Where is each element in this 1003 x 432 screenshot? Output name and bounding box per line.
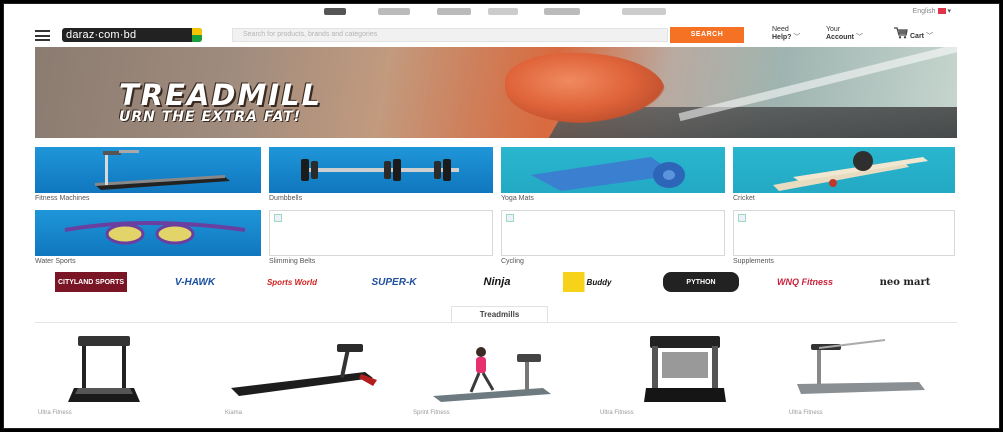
account-line1: Your xyxy=(826,26,841,33)
chevron-down-icon: ﹀ xyxy=(925,33,933,40)
chevron-down-icon: ﹀ xyxy=(855,34,863,41)
banner-shoe-image xyxy=(505,53,665,123)
category-supplements[interactable]: Supplements xyxy=(733,210,955,268)
brand-vhawk[interactable]: V-HAWK xyxy=(157,272,233,292)
partner-logo[interactable] xyxy=(488,8,518,15)
chevron-down-icon: ﹀ xyxy=(793,34,801,41)
brand-ninja[interactable]: Ninja xyxy=(467,272,527,292)
brand-wnq-fitness[interactable]: WNQ Fitness xyxy=(765,272,845,292)
product-name: Ultra Fitness xyxy=(789,410,823,416)
brand-neo-mart[interactable]: neo mart xyxy=(875,272,935,292)
product-image xyxy=(644,336,726,402)
product-image xyxy=(433,347,551,402)
banner-tagline: URN THE EXTRA FAT! xyxy=(119,109,302,125)
product-image xyxy=(231,344,377,396)
search-button[interactable]: SEARCH xyxy=(670,27,744,43)
category-label: Fitness Machines xyxy=(35,195,90,202)
product-card[interactable]: Kiama xyxy=(225,330,385,420)
product-image xyxy=(797,339,925,394)
category-label: Cricket xyxy=(733,195,755,202)
category-image-placeholder xyxy=(501,210,725,256)
cart-icon[interactable] xyxy=(894,27,908,39)
banner-headline: TREADMILL xyxy=(119,78,323,112)
partner-logo[interactable] xyxy=(437,8,471,15)
cart-menu[interactable]: Cart ﹀ xyxy=(910,33,933,41)
category-water-sports[interactable]: Water Sports xyxy=(35,210,261,268)
partner-logo[interactable] xyxy=(378,8,410,15)
category-label: Yoga Mats xyxy=(501,195,534,202)
brand-buddy[interactable]: Buddy xyxy=(563,272,635,292)
partner-logo[interactable] xyxy=(622,8,666,15)
category-image xyxy=(35,210,261,256)
account-menu[interactable]: Your Account ﹀ xyxy=(826,26,863,42)
top-partner-strip: English ▾ xyxy=(4,4,999,18)
category-label: Supplements xyxy=(733,258,774,265)
category-image xyxy=(35,147,261,193)
broken-image-icon xyxy=(738,214,746,222)
category-dumbbells[interactable]: Dumbbells xyxy=(269,147,493,205)
category-image-placeholder xyxy=(733,210,955,256)
product-card[interactable]: Sprint Fitness xyxy=(413,330,573,420)
product-card[interactable]: Ultra Fitness xyxy=(38,330,198,420)
brand-sports-world[interactable]: Sports World xyxy=(252,272,332,292)
language-label: English xyxy=(912,8,936,15)
product-name: Ultra Fitness xyxy=(38,410,72,416)
product-card[interactable]: Ultra Fitness xyxy=(789,330,949,420)
partner-logo[interactable] xyxy=(544,8,580,15)
category-label: Slimming Belts xyxy=(269,258,316,265)
category-label: Water Sports xyxy=(35,258,76,265)
logo-text: daraz·com·bd xyxy=(66,29,137,41)
brand-cityland[interactable]: CITYLAND SPORTS xyxy=(55,272,127,292)
product-name: Sprint Fitness xyxy=(413,410,450,416)
flag-icon xyxy=(937,8,946,15)
chevron-down-icon: ▾ xyxy=(947,8,951,15)
help-menu[interactable]: Need Help? ﹀ xyxy=(772,26,800,42)
brand-super-k[interactable]: SUPER-K xyxy=(357,272,431,292)
language-selector[interactable]: English ▾ xyxy=(913,7,951,15)
site-header: daraz·com·bd Search for products, brands… xyxy=(4,20,999,50)
category-image xyxy=(501,147,725,193)
category-label: Dumbbells xyxy=(269,195,303,202)
category-slimming-belts[interactable]: Slimming Belts xyxy=(269,210,493,268)
product-image xyxy=(68,336,140,402)
product-card[interactable]: Ultra Fitness xyxy=(600,330,760,420)
category-fitness-machines[interactable]: Fitness Machines xyxy=(35,147,261,205)
brand-strip: CITYLAND SPORTS V-HAWK Sports World SUPE… xyxy=(35,272,957,294)
search-input[interactable]: Search for products, brands and categori… xyxy=(232,28,668,42)
brand-python[interactable]: PYTHON xyxy=(663,272,739,292)
help-line2: Help? xyxy=(772,34,792,41)
cart-label: Cart xyxy=(910,33,925,40)
category-image-placeholder xyxy=(269,210,493,256)
site-logo[interactable]: daraz·com·bd xyxy=(62,28,202,42)
menu-icon[interactable] xyxy=(35,30,50,41)
product-name: Ultra Fitness xyxy=(600,410,634,416)
logo-flag-icon xyxy=(192,28,202,42)
hero-banner[interactable]: TREADMILL URN THE EXTRA FAT! xyxy=(35,47,957,138)
browser-viewport: English ▾ daraz·com·bd Search for produc… xyxy=(3,3,1000,429)
broken-image-icon xyxy=(506,214,514,222)
category-label: Cycling xyxy=(501,258,524,265)
category-cycling[interactable]: Cycling xyxy=(501,210,725,268)
category-cricket[interactable]: Cricket xyxy=(733,147,955,205)
category-image xyxy=(733,147,955,193)
section-title-treadmills[interactable]: Treadmills xyxy=(451,306,548,322)
category-yoga-mats[interactable]: Yoga Mats xyxy=(501,147,725,205)
account-line2: Account xyxy=(826,34,854,41)
category-image xyxy=(269,147,493,193)
help-line1: Need xyxy=(772,26,789,33)
partner-logo[interactable] xyxy=(324,8,346,15)
broken-image-icon xyxy=(274,214,282,222)
product-name: Kiama xyxy=(225,410,243,416)
